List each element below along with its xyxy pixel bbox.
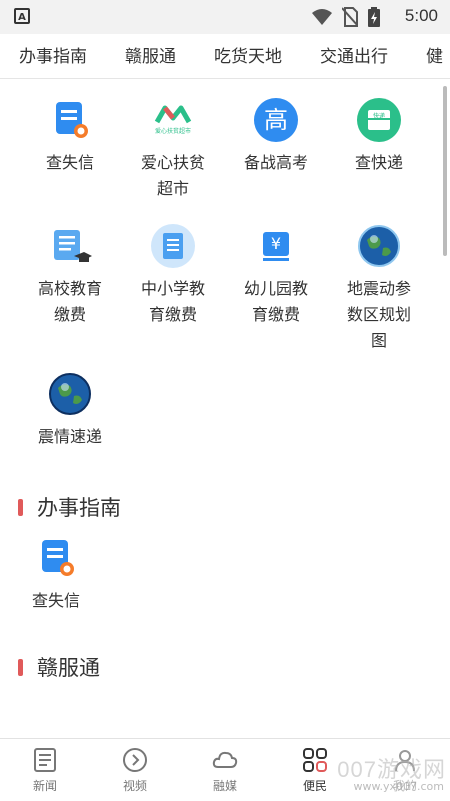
section-title-ganfutong: 赣服通 — [18, 652, 100, 682]
video-play-icon — [122, 747, 148, 773]
wifi-icon — [312, 9, 332, 25]
tab-health[interactable]: 健 — [407, 34, 450, 78]
tab-guide[interactable]: 办事指南 — [0, 34, 106, 78]
service-school-fee[interactable]: 中小学教育缴费 — [121, 224, 225, 328]
tab-food[interactable]: 吃货天地 — [195, 34, 301, 78]
service-kindergarten-fee[interactable]: ¥ 幼儿园教育缴费 — [224, 224, 328, 328]
earth-globe-icon — [357, 224, 401, 268]
express-box-icon: 快递 — [357, 98, 401, 142]
watermark-url: www.yx007.com — [353, 780, 444, 793]
service-university-fee[interactable]: 高校教育缴费 — [18, 224, 122, 328]
apps-grid-icon — [302, 747, 328, 773]
poverty-aid-logo-text: 爱心扶贫超市 — [154, 128, 191, 135]
no-sim-icon — [342, 7, 358, 27]
category-tabs: 办事指南 赣服通 吃货天地 交通出行 健 — [0, 34, 450, 79]
school-fee-icon — [151, 224, 195, 268]
nav-news[interactable]: 新闻 — [10, 747, 80, 794]
poverty-aid-market-icon: 爱心扶贫超市 — [151, 98, 195, 142]
section-accent-bar — [18, 498, 23, 516]
earth-globe-icon — [48, 372, 92, 416]
service-quake-news[interactable]: 震情速递 — [18, 372, 122, 450]
nav-media[interactable]: 融媒 — [190, 747, 260, 794]
university-fee-icon — [48, 224, 92, 268]
service-credit-check[interactable]: 查失信 — [18, 98, 122, 176]
kindergarten-fee-icon: ¥ — [254, 224, 298, 268]
clock: 5:00 — [404, 6, 438, 25]
service-gaokao[interactable]: 高 备战高考 — [224, 98, 328, 176]
scrollbar[interactable] — [443, 86, 447, 256]
tab-traffic[interactable]: 交通出行 — [301, 34, 407, 78]
status-bar: A 5:00 — [0, 0, 450, 34]
service-poverty-aid-market[interactable]: 爱心扶贫超市 爱心扶贫超市 — [121, 98, 225, 202]
nav-video[interactable]: 视频 — [100, 747, 170, 794]
cloud-icon — [212, 747, 238, 773]
gaokao-icon: 高 — [254, 98, 298, 142]
battery-charging-icon — [368, 7, 380, 27]
service-express[interactable]: 快递 查快递 — [327, 98, 431, 176]
guide-credit-check[interactable]: 查失信 — [4, 536, 108, 614]
app-notification-icon: A — [14, 8, 30, 24]
credit-check-icon — [34, 536, 78, 580]
service-seismic-zoning-map[interactable]: 地震动参数区规划图 — [327, 224, 431, 354]
credit-check-icon — [48, 98, 92, 142]
tab-ganfutong[interactable]: 赣服通 — [106, 34, 195, 78]
section-title-guide: 办事指南 — [18, 492, 121, 522]
news-icon — [32, 747, 58, 773]
section-accent-bar — [18, 658, 23, 676]
